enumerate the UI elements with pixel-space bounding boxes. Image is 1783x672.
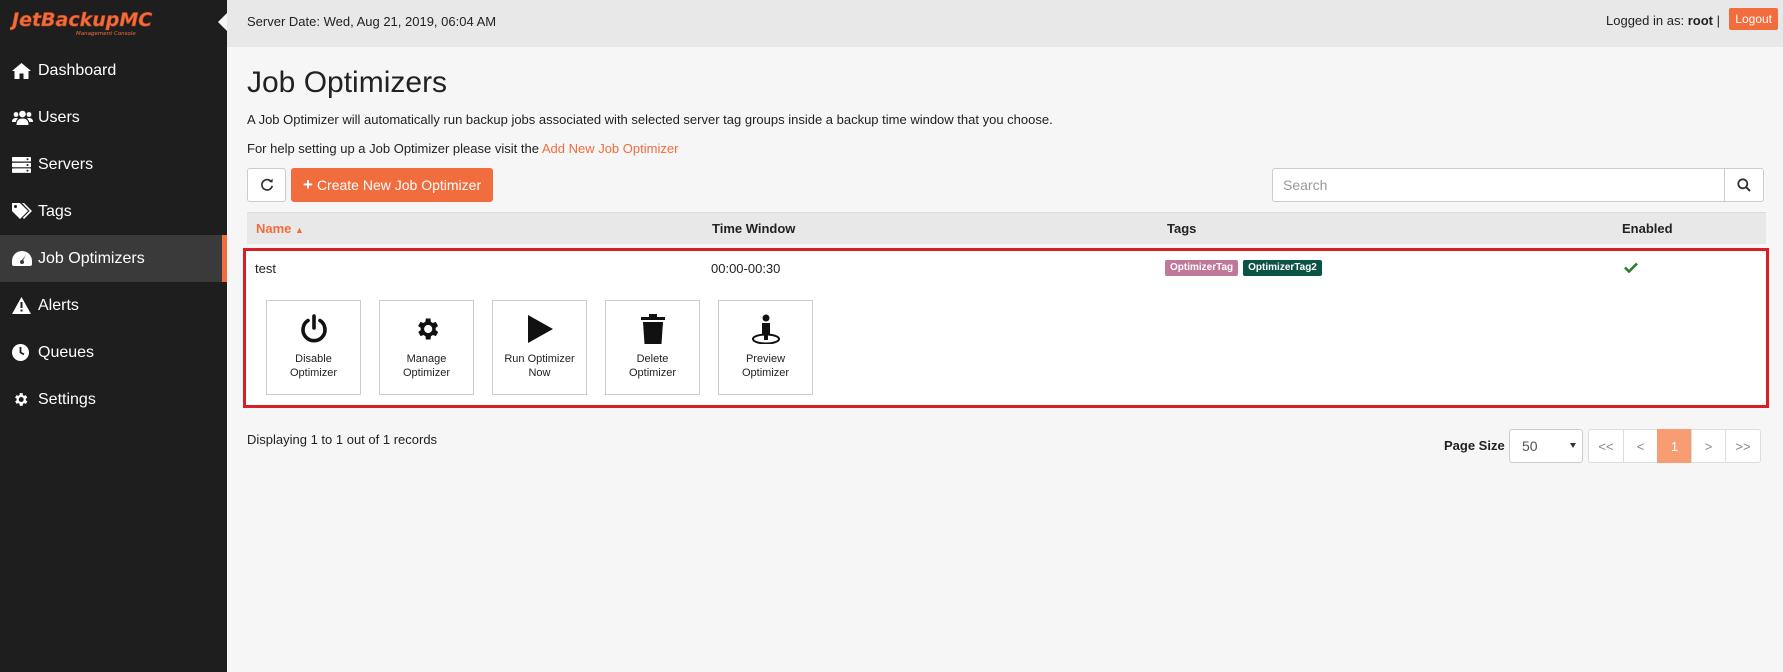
action-label: Run Optimizer Now — [504, 353, 575, 379]
chevron-down-icon — [1570, 443, 1576, 448]
jetbackupmc-logo: JetBackupMC Management Console — [10, 9, 153, 37]
page-size-label: Page Size — [1444, 438, 1505, 453]
row-tags: OptimizerTag OptimizerTag2 — [1157, 260, 1612, 276]
sidebar: JetBackupMC Management Console Dashboard… — [0, 0, 227, 672]
action-label: Disable Optimizer — [289, 353, 338, 379]
play-icon — [526, 313, 554, 345]
preview-optimizer-button[interactable]: Preview Optimizer — [718, 300, 813, 395]
sidebar-item-label: Servers — [38, 155, 94, 173]
row-name: test — [255, 260, 276, 276]
pagination: << < 1 > >> — [1588, 429, 1761, 463]
create-new-job-optimizer-button[interactable]: + Create New Job Optimizer — [291, 168, 494, 202]
records-count: Displaying 1 to 1 out of 1 records — [247, 432, 438, 447]
refresh-button[interactable] — [247, 168, 286, 202]
tag-badge[interactable]: OptimizerTag — [1165, 260, 1239, 276]
table-header: Name ▲ Time Window Tags Enabled — [247, 212, 1766, 244]
sidebar-item-label: Queues — [38, 343, 95, 361]
run-optimizer-now-button[interactable]: Run Optimizer Now — [492, 300, 587, 395]
page-size-value: 50 — [1522, 438, 1538, 454]
sidebar-item-job-optimizers[interactable]: Job Optimizers — [0, 235, 227, 282]
logout-button[interactable]: Logout — [1729, 8, 1778, 30]
sort-asc-icon: ▲ — [295, 225, 304, 235]
gear-icon — [413, 313, 441, 345]
column-header-time-window[interactable]: Time Window — [703, 221, 1158, 236]
page-last[interactable]: >> — [1725, 429, 1761, 463]
add-new-job-optimizer-link[interactable]: Add New Job Optimizer — [542, 141, 679, 156]
sidebar-item-label: Job Optimizers — [38, 249, 145, 267]
action-label: Delete Optimizer — [628, 353, 677, 379]
alert-icon — [12, 297, 34, 315]
trash-icon — [640, 313, 665, 345]
sidebar-item-label: Users — [38, 108, 80, 126]
page-size-select[interactable]: 50 — [1509, 429, 1583, 463]
search-input[interactable] — [1272, 168, 1724, 202]
search-button[interactable] — [1724, 168, 1764, 202]
sidebar-item-settings[interactable]: Settings — [0, 376, 227, 423]
search-group — [1272, 168, 1764, 202]
clock-icon — [12, 344, 34, 362]
server-date: Server Date: Wed, Aug 21, 2019, 06:04 AM — [247, 14, 497, 29]
sidebar-item-label: Tags — [38, 202, 72, 220]
page-prev[interactable]: < — [1623, 429, 1658, 463]
servers-icon — [12, 156, 34, 174]
users-icon — [12, 109, 34, 127]
disable-optimizer-button[interactable]: Disable Optimizer — [266, 300, 361, 395]
brand-logo[interactable]: JetBackupMC Management Console — [0, 0, 227, 47]
enabled-check-icon — [1612, 261, 1638, 276]
sidebar-item-dashboard[interactable]: Dashboard — [0, 47, 227, 94]
row-time-window: 00:00-00:30 — [711, 260, 781, 276]
logged-in-user: root — [1687, 13, 1713, 28]
sidebar-item-servers[interactable]: Servers — [0, 141, 227, 188]
sidebar-notch — [218, 13, 227, 31]
action-label: Manage Optimizer — [402, 353, 451, 379]
create-button-label: Create New Job Optimizer — [316, 177, 482, 193]
sidebar-item-label: Dashboard — [38, 61, 117, 79]
page-next[interactable]: > — [1691, 429, 1726, 463]
sidebar-nav: Dashboard Users Servers Tags Job Optimiz… — [0, 47, 227, 423]
page-title: Job Optimizers — [247, 66, 448, 99]
job-optimizers-table: Name ▲ Time Window Tags Enabled — [247, 212, 1766, 244]
manage-optimizer-button[interactable]: Manage Optimizer — [379, 300, 474, 395]
page-first[interactable]: << — [1588, 429, 1624, 463]
svg-text:JetBackupMC: JetBackupMC — [10, 9, 152, 31]
search-icon — [1737, 178, 1751, 192]
plus-icon: + — [303, 175, 313, 194]
refresh-icon — [260, 178, 273, 191]
page-description: A Job Optimizer will automatically run b… — [247, 112, 1053, 127]
help-prefix: For help setting up a Job Optimizer plea… — [247, 141, 539, 156]
column-header-enabled[interactable]: Enabled — [1613, 221, 1673, 236]
page-number[interactable]: 1 — [1657, 429, 1692, 463]
row-summary: test 00:00-00:30 OptimizerTag OptimizerT… — [246, 251, 1766, 285]
table-row[interactable]: test 00:00-00:30 OptimizerTag OptimizerT… — [243, 248, 1769, 408]
svg-text:Management Console: Management Console — [76, 31, 136, 37]
sidebar-item-users[interactable]: Users — [0, 94, 227, 141]
sidebar-item-tags[interactable]: Tags — [0, 188, 227, 235]
column-header-tags[interactable]: Tags — [1158, 221, 1613, 236]
action-label: Preview Optimizer — [741, 353, 790, 379]
sidebar-item-label: Settings — [38, 390, 96, 408]
row-actions: Disable Optimizer Manage Optimizer Run Opt… — [266, 300, 813, 395]
logged-in-info: Logged in as: root | — [1606, 13, 1720, 28]
help-text: For help setting up a Job Optimizer plea… — [247, 141, 678, 156]
preview-person-icon — [751, 313, 781, 345]
dashboard-gauge-icon — [12, 250, 34, 268]
home-icon — [12, 62, 34, 80]
gear-icon — [12, 391, 34, 409]
tag-badge[interactable]: OptimizerTag2 — [1243, 260, 1322, 276]
delete-optimizer-button[interactable]: Delete Optimizer — [605, 300, 700, 395]
tags-icon — [12, 203, 34, 221]
sidebar-item-queues[interactable]: Queues — [0, 329, 227, 376]
top-bar: Server Date: Wed, Aug 21, 2019, 06:04 AM… — [227, 0, 1783, 47]
logged-in-prefix: Logged in as: — [1606, 13, 1685, 28]
column-header-name[interactable]: Name ▲ — [247, 221, 703, 236]
sidebar-item-label: Alerts — [38, 296, 79, 314]
sidebar-item-alerts[interactable]: Alerts — [0, 282, 227, 329]
logged-in-separator: | — [1716, 13, 1720, 28]
power-icon — [299, 313, 329, 345]
